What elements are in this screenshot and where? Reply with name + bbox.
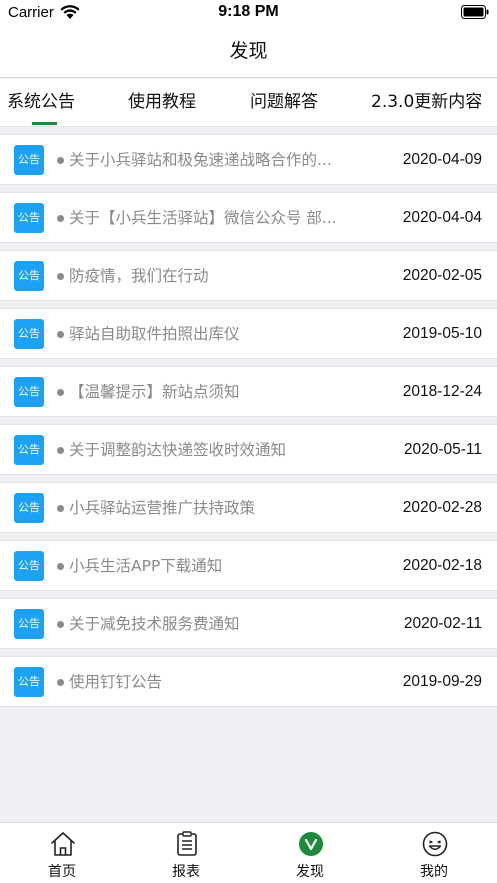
- notice-date: 2020-02-28: [402, 499, 482, 516]
- smiley-icon: [422, 831, 448, 857]
- tab-tutorial[interactable]: 使用教程: [128, 79, 196, 127]
- bullet-dot: [57, 621, 64, 628]
- notice-badge: 公告: [14, 319, 44, 349]
- category-tabs: 系统公告 使用教程 问题解答 2.3.0更新内容: [0, 79, 497, 127]
- notice-title: 小兵生活APP下载通知: [69, 557, 223, 575]
- bottom-tab-bar: 首页 报表 发现 我的: [0, 822, 497, 883]
- notice-badge: 公告: [14, 261, 44, 291]
- list-item[interactable]: 公告 关于减免技术服务费通知 2020-02-11: [0, 598, 497, 649]
- active-tab-indicator: [32, 122, 57, 125]
- notice-badge: 公告: [14, 667, 44, 697]
- notice-title: 使用钉钉公告: [69, 673, 163, 691]
- tab-update-notes[interactable]: 2.3.0更新内容: [371, 79, 482, 127]
- notice-date: 2020-02-05: [402, 267, 482, 284]
- notice-badge: 公告: [14, 435, 44, 465]
- notice-badge: 公告: [14, 145, 44, 175]
- bullet-dot: [57, 389, 64, 396]
- notice-badge: 公告: [14, 609, 44, 639]
- notice-badge: 公告: [14, 493, 44, 523]
- list-item[interactable]: 公告 关于小兵驿站和极兔速递战略合作的... 2020-04-09: [0, 134, 497, 185]
- notice-date: 2020-05-11: [403, 441, 482, 458]
- notice-badge: 公告: [14, 377, 44, 407]
- bullet-dot: [57, 331, 64, 338]
- notice-date: 2020-02-18: [402, 557, 482, 574]
- home-icon: [51, 832, 75, 856]
- tabbar-mine[interactable]: 我的: [372, 823, 496, 883]
- tabbar-report[interactable]: 报表: [124, 823, 248, 883]
- notice-date: 2019-05-10: [402, 325, 482, 342]
- tab-system-notice[interactable]: 系统公告: [7, 79, 75, 127]
- bullet-dot: [57, 157, 64, 164]
- battery-icon: [461, 5, 489, 19]
- page-title: 发现: [229, 40, 268, 62]
- notice-title: 关于调整韵达快递签收时效通知: [69, 441, 287, 459]
- bullet-dot: [57, 505, 64, 512]
- notice-title: 关于小兵驿站和极兔速递战略合作的...: [69, 151, 332, 169]
- tabbar-label: 我的: [420, 864, 448, 880]
- tabbar-label: 首页: [48, 864, 76, 880]
- notice-date: 2020-04-09: [402, 151, 482, 168]
- tab-faq[interactable]: 问题解答: [250, 79, 318, 127]
- notice-title: 关于【小兵生活驿站】微信公众号 部...: [69, 209, 337, 227]
- tabbar-home[interactable]: 首页: [0, 823, 124, 883]
- notice-title: 关于减免技术服务费通知: [69, 615, 240, 633]
- bullet-dot: [57, 273, 64, 280]
- tabbar-discover[interactable]: 发现: [248, 823, 372, 883]
- bullet-dot: [57, 563, 64, 570]
- bullet-dot: [57, 679, 64, 686]
- tabbar-label: 发现: [296, 864, 324, 880]
- notice-title: 防疫情，我们在行动: [69, 267, 209, 285]
- list-item[interactable]: 公告 关于【小兵生活驿站】微信公众号 部... 2020-04-04: [0, 192, 497, 243]
- report-icon: [177, 831, 197, 856]
- bullet-dot: [57, 215, 64, 222]
- notice-title: 【温馨提示】新站点须知: [69, 383, 240, 401]
- notice-date: 2020-02-11: [403, 615, 482, 632]
- tabbar-label: 报表: [172, 864, 200, 880]
- status-bar: Carrier 9:18 PM: [0, 0, 497, 26]
- list-item[interactable]: 公告 【温馨提示】新站点须知 2018-12-24: [0, 366, 497, 417]
- list-item[interactable]: 公告 使用钉钉公告 2019-09-29: [0, 656, 497, 707]
- discover-icon: [299, 832, 323, 856]
- list-item[interactable]: 公告 防疫情，我们在行动 2020-02-05: [0, 250, 497, 301]
- list-item[interactable]: 公告 小兵驿站运营推广扶持政策 2020-02-28: [0, 482, 497, 533]
- notice-date: 2020-04-04: [402, 209, 482, 226]
- notice-list: 公告 关于小兵驿站和极兔速递战略合作的... 2020-04-09 公告 关于【…: [0, 134, 497, 714]
- notice-date: 2018-12-24: [402, 383, 482, 400]
- notice-badge: 公告: [14, 203, 44, 233]
- list-item[interactable]: 公告 驿站自助取件拍照出库仪 2019-05-10: [0, 308, 497, 359]
- screen: Carrier 9:18 PM 发现 系统公告 使用教程 问题解答 2.3.0更…: [0, 0, 497, 883]
- notice-title: 驿站自助取件拍照出库仪: [69, 325, 240, 343]
- clock: 9:18 PM: [218, 3, 279, 20]
- bullet-dot: [57, 447, 64, 454]
- notice-title: 小兵驿站运营推广扶持政策: [69, 499, 256, 517]
- notice-badge: 公告: [14, 551, 44, 581]
- nav-bar: 发现: [0, 26, 497, 78]
- notice-date: 2019-09-29: [402, 673, 482, 690]
- list-item[interactable]: 公告 小兵生活APP下载通知 2020-02-18: [0, 540, 497, 591]
- list-item[interactable]: 公告 关于调整韵达快递签收时效通知 2020-05-11: [0, 424, 497, 475]
